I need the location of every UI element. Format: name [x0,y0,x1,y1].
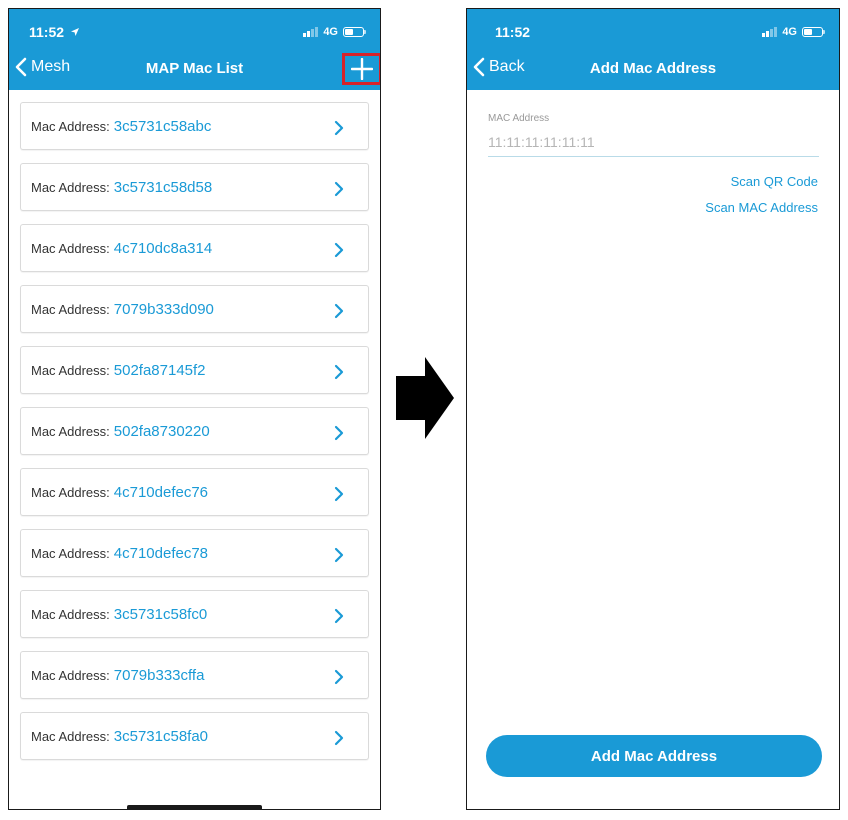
app-bar: 11:52 4G Mesh MAP Mac List [9,9,380,90]
network-type: 4G [323,26,338,38]
back-button-label: Mesh [31,58,71,75]
location-arrow-icon [70,28,79,36]
add-mac-button[interactable] [342,53,380,85]
status-time: 11:52 [495,24,531,40]
mac-address-label: Mac Address: [31,667,110,683]
status-indicators: 4G [762,26,825,38]
home-indicator [127,805,262,809]
scan-qr-code-link[interactable]: Scan QR Code [731,174,818,189]
mac-list-item[interactable]: Mac Address: 502fa87145f2 [20,346,369,394]
battery-icon [802,27,825,37]
mac-address-value: 3c5731c58abc [113,117,212,135]
mac-address-value: 3c5731c58fa0 [113,727,209,745]
chevron-right-icon [334,425,344,441]
chevron-left-icon [473,57,485,77]
mac-list-item[interactable]: Mac Address: 7079b333d090 [20,285,369,333]
mac-address-label: Mac Address: [31,484,110,500]
mac-address-value: 4c710defec76 [113,483,209,501]
mac-list-item[interactable]: Mac Address: 3c5731c58fa0 [20,712,369,760]
mac-address-input[interactable] [488,128,819,157]
mac-address-label: Mac Address: [31,301,110,317]
mac-address-value: 3c5731c58fc0 [113,605,208,623]
mac-list-item[interactable]: Mac Address: 3c5731c58fc0 [20,590,369,638]
mac-address-label: Mac Address: [31,362,110,378]
battery-icon [343,27,366,37]
chevron-right-icon [334,547,344,563]
mac-list-item[interactable]: Mac Address: 3c5731c58abc [20,102,369,150]
signal-icon [762,27,778,37]
mac-list-item[interactable]: Mac Address: 7079b333cffa [20,651,369,699]
chevron-right-icon [334,730,344,746]
chevron-right-icon [334,120,344,136]
signal-icon [303,27,319,37]
mac-address-label: Mac Address: [31,606,110,622]
chevron-left-icon [15,57,27,77]
mac-address-value: 502fa87145f2 [113,361,206,379]
add-mac-screen: 11:52 4G Back Add Mac Address MAC Addres… [466,8,840,810]
chevron-right-icon [334,181,344,197]
mac-list-item[interactable]: Mac Address: 3c5731c58d58 [20,163,369,211]
app-bar: 11:52 4G Back Add Mac Address [467,9,839,90]
mac-address-value: 4c710dc8a314 [113,239,213,257]
chevron-right-icon [334,669,344,685]
scan-mac-address-link[interactable]: Scan MAC Address [705,200,818,215]
status-time: 11:52 [29,24,80,40]
mac-address-value: 7079b333cffa [113,666,205,684]
back-button[interactable]: Mesh [15,57,70,77]
mac-address-label: Mac Address: [31,118,110,134]
mac-address-field-label: MAC Address [488,113,550,124]
right-arrow-icon [396,357,454,439]
mac-address-value: 4c710defec78 [113,544,209,562]
mac-address-label: Mac Address: [31,179,110,195]
mac-list-screen: 11:52 4G Mesh MAP Mac List Mac Address: 3… [8,8,381,810]
mac-address-label: Mac Address: [31,240,110,256]
mac-list-item[interactable]: Mac Address: 502fa8730220 [20,407,369,455]
back-button[interactable]: Back [473,57,525,77]
chevron-right-icon [334,608,344,624]
chevron-right-icon [334,303,344,319]
mac-list-item[interactable]: Mac Address: 4c710defec76 [20,468,369,516]
chevron-right-icon [334,242,344,258]
status-indicators: 4G [303,26,366,38]
mac-list: Mac Address: 3c5731c58abc Mac Address: 3c57… [20,102,369,773]
mac-address-label: Mac Address: [31,423,110,439]
chevron-right-icon [334,364,344,380]
mac-address-label: Mac Address: [31,545,110,561]
mac-list-item[interactable]: Mac Address: 4c710dc8a314 [20,224,369,272]
mac-address-value: 3c5731c58d58 [113,178,213,196]
chevron-right-icon [334,486,344,502]
mac-list-item[interactable]: Mac Address: 4c710defec78 [20,529,369,577]
back-button-label: Back [489,58,525,75]
mac-address-value: 502fa8730220 [113,422,210,440]
plus-icon [351,58,373,80]
mac-address-value: 7079b333d090 [113,300,214,318]
add-mac-address-button[interactable]: Add Mac Address [486,735,822,777]
network-type: 4G [782,26,797,38]
mac-address-label: Mac Address: [31,728,110,744]
